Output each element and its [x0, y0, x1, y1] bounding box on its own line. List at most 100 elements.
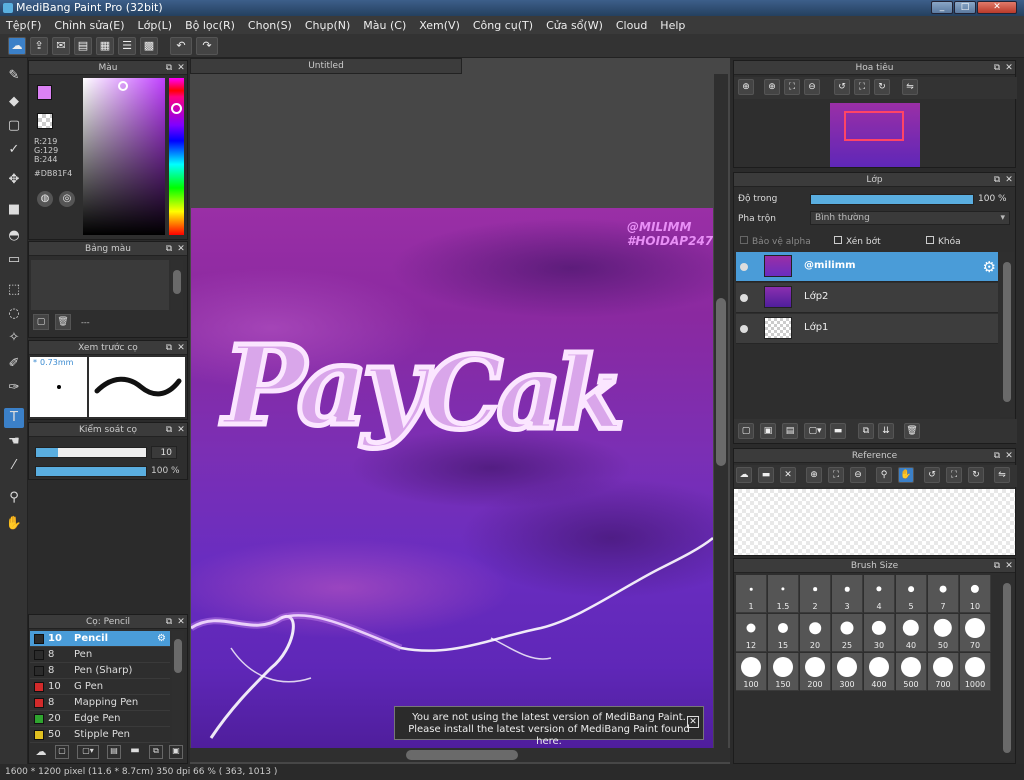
brush-item[interactable]: 10 G Pen — [30, 679, 170, 695]
delete-layer-icon[interactable]: 🗑 — [904, 423, 920, 439]
brush-size-cell[interactable]: 500 — [896, 653, 927, 691]
color-picker-icon[interactable]: ◎ — [59, 191, 75, 207]
brush-size-cell[interactable]: 10 — [960, 575, 991, 613]
eyedropper-icon[interactable]: ⚲ — [4, 488, 24, 508]
add-layer-dropdown-icon[interactable]: ▢▾ — [804, 423, 826, 439]
cloud-icon[interactable]: ☁ — [8, 37, 26, 55]
brush-size-cell[interactable]: 1 — [736, 575, 767, 613]
close-icon[interactable]: ✕ — [175, 615, 187, 629]
menu-item[interactable]: Cửa sổ(W) — [546, 19, 603, 32]
fill-rect-tool-icon[interactable]: ■ — [4, 200, 24, 220]
grid-icon[interactable]: ▩ — [140, 37, 158, 55]
new-8bit-layer-icon[interactable]: ▤ — [782, 423, 798, 439]
redo-icon[interactable]: ↷ — [196, 37, 218, 55]
lock-checkbox[interactable]: Khóa — [926, 236, 961, 247]
close-icon[interactable]: ✕ — [1003, 61, 1015, 75]
minimize-button[interactable]: _ — [931, 1, 953, 14]
brush-size-cell[interactable]: 25 — [832, 614, 863, 652]
move-tool-icon[interactable]: ✥ — [4, 170, 24, 190]
palette-icon[interactable]: ◍ — [37, 191, 53, 207]
brush-opacity-slider[interactable] — [35, 466, 147, 477]
hue-slider[interactable] — [169, 78, 184, 235]
transparent-swatch[interactable] — [37, 113, 53, 129]
flip-icon[interactable]: ⇋ — [902, 79, 918, 95]
menu-item[interactable]: Màu (C) — [363, 19, 406, 32]
new-layer-icon[interactable]: ▢ — [738, 423, 754, 439]
brush-size-cell[interactable]: 5 — [896, 575, 927, 613]
gear-icon[interactable]: ⚙ — [157, 631, 166, 647]
rotate-right-icon[interactable]: ↻ — [874, 79, 890, 95]
layer-row[interactable]: Lớp1 — [736, 314, 998, 344]
detach-icon[interactable]: ⧉ — [991, 173, 1003, 187]
menu-item[interactable]: Công cụ(T) — [473, 19, 533, 32]
layer-folder-icon[interactable]: ▬ — [830, 423, 846, 439]
brush-item[interactable]: 10 Pencil ⚙ — [30, 631, 170, 647]
cloud-icon[interactable]: ☁ — [736, 467, 752, 483]
fit-window-icon[interactable]: ⛶ — [946, 467, 962, 483]
detach-icon[interactable]: ⧉ — [163, 423, 175, 437]
menu-item[interactable]: Tệp(F) — [6, 19, 41, 32]
menu-item[interactable]: Chọn(S) — [248, 19, 292, 32]
gear-icon[interactable]: ⚙ — [983, 258, 996, 276]
brush-size-cell[interactable]: 100 — [736, 653, 767, 691]
brush-size-cell[interactable]: 300 — [832, 653, 863, 691]
brush-size-cell[interactable]: 30 — [864, 614, 895, 652]
artwork-canvas[interactable]: @MILIMM #HOIDAP247 Pay Cak — [191, 208, 713, 748]
close-icon[interactable]: ✕ — [1003, 449, 1015, 463]
brush-size-cell[interactable]: 70 — [960, 614, 991, 652]
eyedropper-icon[interactable]: ⚲ — [876, 467, 892, 483]
saturation-value-picker[interactable] — [83, 78, 165, 235]
brush-size-cell[interactable]: 700 — [928, 653, 959, 691]
delete-brush-icon[interactable]: ▣ — [169, 745, 183, 759]
check-tool-icon[interactable]: ✓ — [4, 140, 24, 160]
eye-icon[interactable] — [740, 325, 748, 333]
current-color-swatch[interactable] — [37, 85, 52, 100]
menu-item[interactable]: Xem(V) — [419, 19, 460, 32]
share-icon[interactable]: ⇪ — [30, 37, 48, 55]
brush-item[interactable]: 8 Pen — [30, 647, 170, 663]
gradient-tool-icon[interactable]: ▭ — [4, 250, 24, 270]
detach-icon[interactable]: ⧉ — [991, 559, 1003, 573]
comment-icon[interactable]: ✉ — [52, 37, 70, 55]
zoom-out-icon[interactable]: ⊖ — [850, 467, 866, 483]
zoom-out-icon[interactable]: ⊖ — [804, 79, 820, 95]
canvas-vertical-scrollbar[interactable] — [714, 74, 728, 748]
brush-size-cell[interactable]: 3 — [832, 575, 863, 613]
new-palette-icon[interactable]: ▢ — [33, 314, 49, 330]
brush-size-cell[interactable]: 2 — [800, 575, 831, 613]
brush-size-cell[interactable]: 12 — [736, 614, 767, 652]
brush-size-cell[interactable]: 1000 — [960, 653, 991, 691]
navigator-viewport[interactable] — [844, 111, 904, 141]
brush-size-slider[interactable] — [35, 447, 147, 458]
detach-icon[interactable]: ⧉ — [163, 341, 175, 355]
fit-window-icon[interactable]: ⛶ — [854, 79, 870, 95]
rectangle-tool-icon[interactable]: ▢ — [4, 116, 24, 136]
brush-size-scrollbar[interactable] — [1000, 575, 1014, 761]
detach-icon[interactable]: ⧉ — [991, 61, 1003, 75]
menu-item[interactable]: Chụp(N) — [305, 19, 350, 32]
text-tool-icon[interactable]: T — [4, 408, 24, 428]
page-icon[interactable]: ▦ — [96, 37, 114, 55]
detach-icon[interactable]: ⧉ — [163, 615, 175, 629]
update-notice[interactable]: You are not using the latest version of … — [394, 706, 704, 747]
menu-item[interactable]: Bộ lọc(R) — [185, 19, 235, 32]
close-icon[interactable]: ✕ — [1003, 559, 1015, 573]
zoom-in-icon[interactable]: ⊕ — [764, 79, 780, 95]
brush-size-value[interactable]: 10 — [151, 446, 177, 459]
eye-icon[interactable] — [740, 263, 748, 271]
zoom-in-icon[interactable]: ⊕ — [738, 79, 754, 95]
layer-row[interactable]: Lớp2 — [736, 283, 998, 313]
brush-size-cell[interactable]: 150 — [768, 653, 799, 691]
close-window-button[interactable]: ✕ — [977, 1, 1017, 14]
new-brush-icon[interactable]: ▢ — [55, 745, 69, 759]
navigator-thumbnail[interactable] — [830, 103, 920, 167]
copy-brush-icon[interactable]: ⧉ — [149, 745, 163, 759]
close-icon[interactable]: ✕ — [1003, 173, 1015, 187]
menu-item[interactable]: Help — [660, 19, 685, 32]
fit-icon[interactable]: ⛶ — [784, 79, 800, 95]
list-icon[interactable]: ☰ — [118, 37, 136, 55]
maximize-button[interactable]: □ — [954, 1, 976, 14]
close-icon[interactable]: ✕ — [175, 242, 187, 256]
layer-row[interactable]: @milimm ⚙ — [736, 252, 998, 282]
select-pen-icon[interactable]: ✐ — [4, 354, 24, 374]
